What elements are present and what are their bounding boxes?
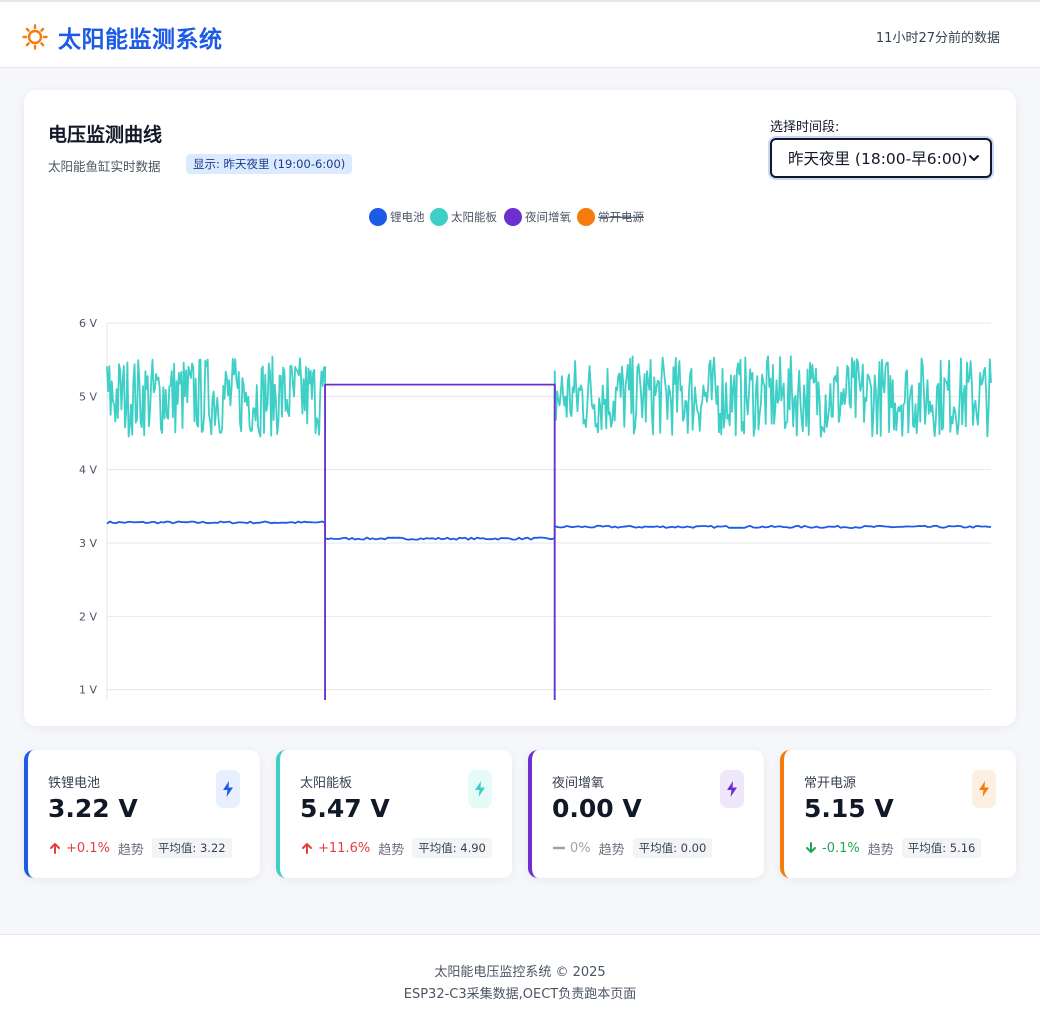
stat-trend: -0.1% 趋势 平均值: 5.16 <box>804 838 982 858</box>
average-chip: 平均值: 0.00 <box>632 838 713 858</box>
stat-value: 0.00 V <box>552 794 642 823</box>
y-tick-label: 4 V <box>79 464 97 477</box>
trend-word: 趋势 <box>867 842 894 858</box>
stat-card: 常开电源 5.15 V -0.1% 趋势 平均值: 5.16 <box>780 750 1016 878</box>
bolt-icon <box>475 781 485 797</box>
stat-value: 5.47 V <box>300 794 390 823</box>
stat-label: 铁锂电池 <box>48 776 101 791</box>
stat-trend: 0% 趋势 平均值: 0.00 <box>552 838 713 858</box>
chevron-down-icon <box>969 155 979 161</box>
bolt-icon <box>223 781 233 797</box>
time-range-selected: 昨天夜里 (18:00-早6:00) <box>788 150 968 168</box>
footer-credit: ESP32-C3采集数据,OECT负责跑本页面 <box>403 987 637 1002</box>
trend-value: 0% <box>570 840 591 856</box>
brand: 太阳能监测系统 <box>22 20 223 54</box>
legend-item[interactable]: 太阳能板 <box>430 208 497 226</box>
legend-swatch <box>577 208 595 226</box>
trend-up-icon <box>302 843 312 854</box>
trend-down-icon <box>806 842 816 853</box>
time-range-select[interactable]: 昨天夜里 (18:00-早6:00) <box>770 138 992 178</box>
series-line <box>106 520 992 541</box>
stat-card: 铁锂电池 3.22 V +0.1% 趋势 平均值: 3.22 <box>24 750 260 878</box>
legend-swatch <box>369 208 387 226</box>
chart-series <box>106 355 992 700</box>
legend-item[interactable]: 锂电池 <box>369 208 425 226</box>
chart-legend: 锂电池 太阳能板 夜间增氧 常开电源 <box>369 208 644 226</box>
voltage-line-chart: 锂电池太阳能板夜间增氧常开电源 0 V1 V2 V3 V4 V5 V6 V 20… <box>79 208 992 700</box>
average-chip: 平均值: 3.22 <box>151 838 232 858</box>
stat-icon-badge <box>216 770 240 808</box>
stat-value: 5.15 V <box>804 794 894 823</box>
sun-icon <box>22 24 48 50</box>
trend-up-icon <box>50 843 60 854</box>
footer-copyright: 太阳能电压监控系统 © 2025 <box>434 965 606 980</box>
period-badge: 显示: 昨天夜里 (19:00-6:00) <box>186 154 353 174</box>
legend-label: 常开电源 <box>598 210 644 224</box>
page-footer: 太阳能电压监控系统 © 2025 ESP32-C3采集数据,OECT负责跑本页面 <box>0 934 1040 1023</box>
stat-icon-badge <box>972 770 996 808</box>
trend-word: 趋势 <box>378 842 405 858</box>
average-chip: 平均值: 5.16 <box>901 838 982 858</box>
legend-label: 夜间增氧 <box>525 210 571 224</box>
legend-item[interactable]: 夜间增氧 <box>504 208 571 226</box>
legend-label: 锂电池 <box>390 210 425 224</box>
chart-title: 电压监测曲线 <box>48 124 163 146</box>
stat-trend: +0.1% 趋势 平均值: 3.22 <box>48 838 232 858</box>
legend-swatch <box>430 208 448 226</box>
trend-value: +0.1% <box>66 840 110 856</box>
legend-label: 太阳能板 <box>451 210 497 224</box>
y-tick-label: 1 V <box>79 684 97 697</box>
series-line <box>324 383 556 700</box>
stat-icon-badge <box>720 770 744 808</box>
stat-card: 太阳能板 5.47 V +11.6% 趋势 平均值: 4.90 <box>276 750 512 878</box>
legend-item[interactable]: 常开电源 <box>577 208 644 226</box>
stat-label: 常开电源 <box>804 776 857 791</box>
app-title: 太阳能监测系统 <box>58 27 223 53</box>
trend-value: -0.1% <box>822 840 860 856</box>
trend-value: +11.6% <box>318 840 371 856</box>
last-updated-text: 11小时27分前的数据 <box>875 31 1000 46</box>
app-header: 太阳能监测系统 11小时27分前的数据 <box>0 0 1040 68</box>
bolt-icon <box>727 781 737 797</box>
time-range-label: 选择时间段: <box>770 120 840 135</box>
stat-trend: +11.6% 趋势 平均值: 4.90 <box>300 838 492 858</box>
stat-label: 夜间增氧 <box>552 776 605 791</box>
stat-icon-badge <box>468 770 492 808</box>
bolt-icon <box>979 781 989 797</box>
legend-swatch <box>504 208 522 226</box>
chart-subtitle: 太阳能鱼缸实时数据 <box>48 159 161 174</box>
y-tick-label: 2 V <box>79 610 97 623</box>
voltage-chart-card: 电压监测曲线 太阳能鱼缸实时数据 显示: 昨天夜里 (19:00-6:00) 选… <box>24 90 1016 726</box>
average-chip: 平均值: 4.90 <box>412 838 492 858</box>
stat-label: 太阳能板 <box>300 776 353 791</box>
trend-word: 趋势 <box>598 842 625 858</box>
trend-word: 趋势 <box>117 842 144 858</box>
trend-flat-icon <box>552 846 566 850</box>
y-tick-label: 6 V <box>79 317 97 330</box>
stat-value: 3.22 V <box>48 794 138 823</box>
y-axis-ticks: 0 V1 V2 V3 V4 V5 V6 V <box>79 317 97 697</box>
stat-card: 夜间增氧 0.00 V 0% 趋势 平均值: 0.00 <box>528 750 764 878</box>
y-tick-label: 3 V <box>79 537 97 550</box>
y-tick-label: 5 V <box>79 390 97 403</box>
